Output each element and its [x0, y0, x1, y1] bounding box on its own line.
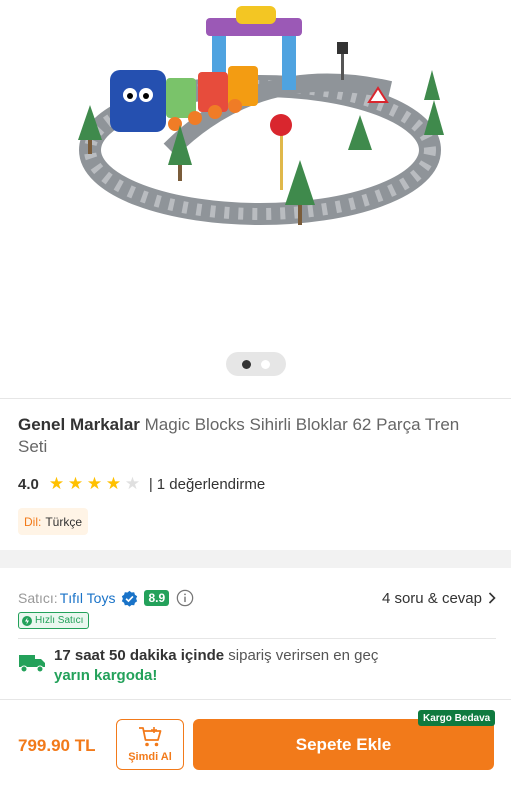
questions-answers-link[interactable]: 4 soru & cevap — [382, 590, 496, 607]
seller-label: Satıcı: — [18, 590, 58, 606]
delivery-message: 17 saat 50 dakika içinde sipariş verirse… — [54, 646, 378, 686]
star-filled-icon: ★ — [86, 474, 103, 493]
section-separator — [0, 550, 511, 568]
purchase-bar: 799.90 TL Şimdi Al Sepete Ekle Kargo Bed… — [0, 700, 511, 800]
delivery-arrival: yarın kargoda! — [54, 667, 158, 684]
star-filled-icon: ★ — [67, 474, 84, 493]
delivery-info: 17 saat 50 dakika içinde sipariş verirse… — [18, 646, 496, 686]
gallery-dot[interactable] — [261, 359, 270, 369]
free-shipping-badge: Kargo Bedava — [418, 710, 496, 726]
chevron-right-icon — [488, 592, 496, 604]
language-badge: Dil: Türkçe — [18, 508, 89, 535]
add-to-cart-button[interactable]: Sepete Ekle — [193, 719, 494, 770]
product-brand[interactable]: Genel Markalar — [18, 415, 140, 434]
info-icon[interactable] — [176, 589, 194, 607]
verified-check-icon — [122, 590, 138, 607]
delivery-condition: sipariş verirsen en geç — [224, 647, 379, 664]
delivery-truck-icon — [19, 655, 45, 673]
buy-now-button[interactable]: Şimdi Al — [116, 719, 184, 770]
rating-value: 4.0 — [18, 475, 39, 493]
gallery-pagination[interactable] — [226, 352, 286, 376]
shopping-cart-icon — [139, 727, 162, 747]
divider — [18, 638, 496, 639]
product-price: 799.90 TL — [18, 736, 96, 755]
fast-seller-label: Hızlı Satıcı — [35, 615, 84, 626]
rating-stars: ★ ★ ★ ★ ★ — [48, 474, 141, 493]
fast-seller-badge: Hızlı Satıcı — [18, 612, 90, 629]
delivery-time: 17 saat 50 dakika içinde — [54, 647, 225, 664]
buy-now-label: Şimdi Al — [128, 751, 172, 763]
star-empty-icon: ★ — [124, 474, 141, 493]
rating-summary[interactable]: 4.0 ★ ★ ★ ★ ★ | 1 değerlendirme — [18, 474, 265, 494]
seller-score-badge: 8.9 — [144, 590, 170, 606]
lightning-icon — [22, 615, 32, 626]
divider — [0, 398, 511, 399]
star-filled-icon: ★ — [48, 474, 65, 493]
star-filled-icon: ★ — [105, 474, 122, 493]
qa-link-label: 4 soru & cevap — [381, 589, 482, 607]
rating-separator: | — [148, 475, 153, 493]
seller-name-link[interactable]: Tıfıl Toys — [60, 590, 116, 606]
language-label: Dil: — [24, 514, 42, 529]
reviews-count-link[interactable]: 1 değerlendirme — [157, 476, 265, 493]
product-image-gallery[interactable] — [0, 0, 511, 398]
language-value: Türkçe — [45, 514, 83, 529]
train-set-product-image — [78, 6, 444, 225]
gallery-dot-active[interactable] — [242, 359, 251, 369]
product-title: Genel Markalar Magic Blocks Sihirli Blok… — [18, 414, 488, 458]
seller-info: Satıcı: Tıfıl Toys 8.9 4 soru & cevap — [18, 587, 496, 609]
